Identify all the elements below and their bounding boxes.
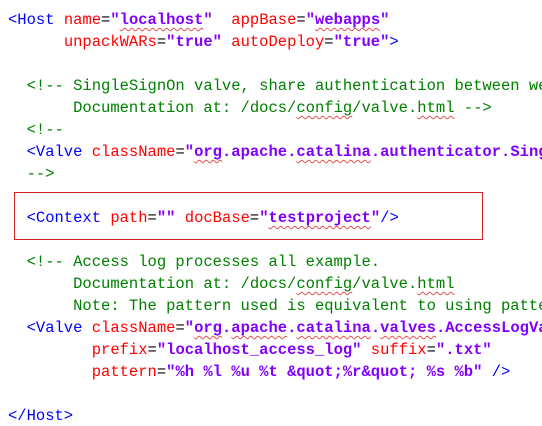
code-token: " <box>259 209 269 227</box>
code-token: " <box>203 11 213 29</box>
code-token: . <box>221 319 232 337</box>
code-token: </Host> <box>8 407 74 425</box>
code-token: className <box>91 143 176 161</box>
code-token: = <box>296 11 306 29</box>
code-token: unpackWARs <box>63 33 157 51</box>
code-token: catalina <box>296 143 371 161</box>
code-token: html <box>417 99 455 117</box>
code-token: config <box>296 275 353 293</box>
code-token: = <box>147 341 157 359</box>
code-token: = <box>156 363 167 381</box>
code-token: = <box>175 143 185 161</box>
code-line: <!-- <box>8 119 64 141</box>
code-token: > <box>389 33 399 51</box>
code-token: "true" <box>333 33 390 51</box>
code-token: <!-- <box>8 121 64 139</box>
code-token: autoDeploy <box>231 33 325 51</box>
code-token: Note: The pattern used is equivalent to … <box>73 297 542 315</box>
code-line: <Valve className="org.apache.catalina.au… <box>8 141 542 163</box>
code-token: <Valve <box>8 143 92 161</box>
code-token: org <box>194 143 222 161</box>
code-line: <Context path="" docBase="testproject"/> <box>8 207 399 229</box>
code-line: <!-- SingleSignOn valve, share authentic… <box>8 75 542 97</box>
code-token: <Context <box>8 209 111 227</box>
code-token: --> <box>8 165 55 183</box>
code-token: " <box>184 143 195 161</box>
code-token: .AccessLogValve" <box>435 319 542 337</box>
code-token: catalina <box>296 319 371 337</box>
code-token: <!-- SingleSignOn valve, share authentic… <box>26 77 542 95</box>
code-editor[interactable]: <Host name="localhost" appBase="webapps"… <box>0 0 542 426</box>
code-token: "%h %l %u %t &quot;%r&quot; %s %b" <box>166 363 483 381</box>
code-token: = <box>156 33 167 51</box>
code-token: suffix <box>370 341 427 359</box>
code-token: --> <box>454 99 492 117</box>
code-token: = <box>249 209 260 227</box>
code-token: " <box>380 11 390 29</box>
code-token: = <box>324 33 334 51</box>
code-line: <!-- Access log processes all example. <box>8 251 380 273</box>
code-token: . <box>287 319 297 337</box>
code-token: localhost <box>119 11 204 29</box>
code-token: valves <box>380 319 436 337</box>
code-token: prefix <box>91 341 148 359</box>
code-line: </Host> <box>8 405 73 426</box>
code-token: /> <box>482 363 511 381</box>
code-line: Documentation at: /docs/config/valve.htm… <box>8 97 492 119</box>
code-token: <Host <box>8 11 64 29</box>
code-token: = <box>101 11 111 29</box>
code-token: .authenticator.SingleSignOn" <box>370 143 542 161</box>
code-line: Documentation at: /docs/config/valve.htm… <box>8 273 455 295</box>
code-token: html <box>417 275 455 293</box>
code-token: testproject <box>268 209 371 227</box>
code-token: " <box>370 209 381 227</box>
code-token: Documentation at: /docs/ <box>8 275 297 293</box>
code-token: docBase <box>184 209 250 227</box>
code-token: <!-- Access log processes all example. <box>8 253 381 271</box>
code-line: <Host name="localhost" appBase="webapps" <box>8 9 389 31</box>
code-token: Documentation at: /docs/ <box>8 99 297 117</box>
code-token: org <box>194 319 222 337</box>
code-token: = <box>175 319 185 337</box>
code-token: /valve. <box>352 275 418 293</box>
code-token: path <box>110 209 148 227</box>
code-token: = <box>147 209 157 227</box>
code-token: className <box>91 319 176 337</box>
code-token: name <box>63 11 102 29</box>
code-token: "localhost_access_log" <box>156 341 362 359</box>
code-token: . <box>370 319 381 337</box>
code-line: pattern="%h %l %u %t &quot;%r&quot; %s %… <box>8 361 511 383</box>
code-token: = <box>426 341 436 359</box>
code-line: <Valve className="org.apache.catalina.va… <box>8 317 542 339</box>
code-token: /valve. <box>352 99 418 117</box>
code-line: unpackWARs="true" autoDeploy="true"> <box>8 31 399 53</box>
code-token: ".txt" <box>435 341 492 359</box>
code-line: prefix="localhost_access_log" suffix=".t… <box>8 339 492 361</box>
code-token: " <box>184 319 195 337</box>
code-token: config <box>296 99 353 117</box>
code-token: <Valve <box>8 319 92 337</box>
code-token: apache <box>231 319 288 337</box>
code-token: " <box>110 11 120 29</box>
code-token: "" <box>156 209 176 227</box>
code-token: " <box>305 11 316 29</box>
code-token: webapps <box>315 11 381 29</box>
code-token: "true" <box>166 33 222 51</box>
code-line: --> <box>8 163 55 185</box>
code-line: Note: The pattern used is equivalent to … <box>8 295 542 317</box>
code-token: appBase <box>231 11 297 29</box>
code-token: .apache. <box>221 143 297 161</box>
code-token: /> <box>380 209 399 227</box>
code-token: pattern <box>91 363 157 381</box>
